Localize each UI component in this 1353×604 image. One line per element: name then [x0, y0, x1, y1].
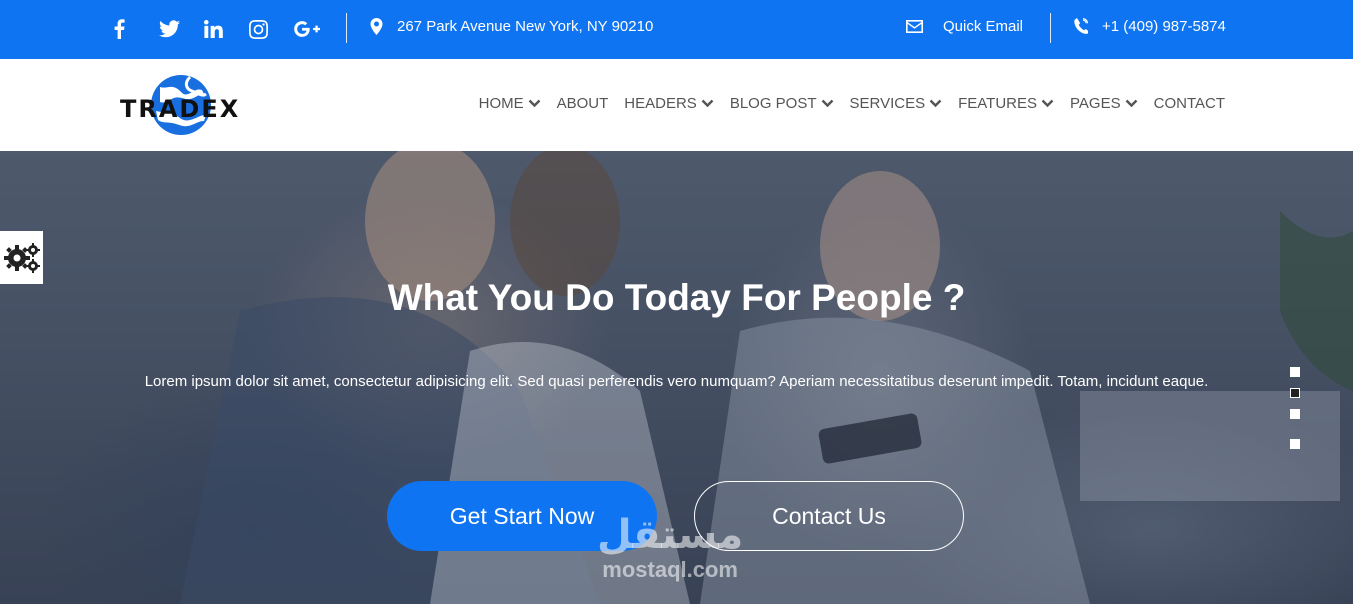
nav-label: CONTACT: [1153, 95, 1225, 112]
watermark-latin: mostaql.com: [602, 557, 738, 582]
chevron-down-icon: [1125, 99, 1137, 108]
nav-item-features[interactable]: FEATURES: [958, 95, 1054, 112]
phone-number: +1 (409) 987-5874: [1102, 17, 1226, 35]
top-bar: 267 Park Avenue New York, NY 90210 Quick…: [0, 0, 1353, 59]
nav-label: FEATURES: [958, 95, 1038, 112]
hero-description: Lorem ipsum dolor sit amet, consectetur …: [144, 373, 1209, 390]
settings-panel-toggle[interactable]: [0, 231, 43, 284]
logo-text: TRADEX: [120, 95, 241, 123]
nav-label: BLOG POST: [729, 95, 817, 112]
chevron-down-icon: [528, 99, 540, 108]
slider-dot-4[interactable]: [1290, 439, 1300, 449]
slider-dot-2[interactable]: [1290, 388, 1300, 398]
phone-icon: [1074, 18, 1088, 34]
watermark-arabic: مستقل: [597, 512, 744, 558]
linkedin-icon[interactable]: [204, 14, 249, 44]
nav-item-home[interactable]: HOME: [479, 95, 541, 112]
divider: [1050, 13, 1051, 43]
hero-slider: What You Do Today For People ? Lorem ips…: [0, 151, 1353, 604]
nav-label: ABOUT: [556, 95, 609, 112]
twitter-icon[interactable]: [159, 14, 204, 44]
hero-title: What You Do Today For People ?: [387, 277, 966, 318]
nav-label: HEADERS: [624, 95, 697, 112]
instagram-icon[interactable]: [249, 14, 294, 44]
chevron-down-icon: [1041, 99, 1054, 108]
chevron-down-icon: [701, 99, 714, 108]
phone[interactable]: +1 (409) 987-5874: [1074, 16, 1226, 36]
google-plus-icon[interactable]: [294, 14, 339, 44]
slider-dot-1[interactable]: [1290, 367, 1300, 377]
divider: [346, 13, 347, 43]
nav-item-blog-post[interactable]: BLOG POST: [730, 95, 834, 112]
nav-label: HOME: [478, 95, 524, 112]
nav-item-about[interactable]: ABOUT: [557, 95, 609, 112]
map-marker-icon: [370, 17, 383, 35]
nav-item-contact[interactable]: CONTACT: [1154, 95, 1225, 112]
slider-dot-3[interactable]: [1290, 409, 1300, 419]
quick-email[interactable]: Quick Email: [906, 16, 1023, 36]
logo[interactable]: TRADEX: [118, 73, 242, 137]
nav-item-pages[interactable]: PAGES: [1070, 95, 1138, 112]
nav-item-headers[interactable]: HEADERS: [624, 95, 714, 112]
facebook-icon[interactable]: [114, 14, 159, 44]
quick-email-label: Quick Email: [943, 17, 1024, 35]
chevron-down-icon: [929, 99, 942, 108]
address: 267 Park Avenue New York, NY 90210: [370, 16, 653, 36]
address-text: 267 Park Avenue New York, NY 90210: [397, 17, 654, 35]
social-links: [114, 14, 339, 44]
envelope-icon: [906, 19, 923, 33]
chevron-down-icon: [821, 99, 833, 108]
watermark: مستقل mostaql.com: [597, 513, 743, 583]
main-nav: HOME ABOUT HEADERS BLOG POST SERVICES FE…: [479, 95, 1225, 112]
nav-item-services[interactable]: SERVICES: [850, 95, 943, 112]
gears-icon: [3, 242, 40, 273]
nav-label: SERVICES: [849, 95, 926, 112]
nav-label: PAGES: [1070, 95, 1121, 112]
site-header: TRADEX HOME ABOUT HEADERS BLOG POST SERV…: [0, 59, 1353, 151]
